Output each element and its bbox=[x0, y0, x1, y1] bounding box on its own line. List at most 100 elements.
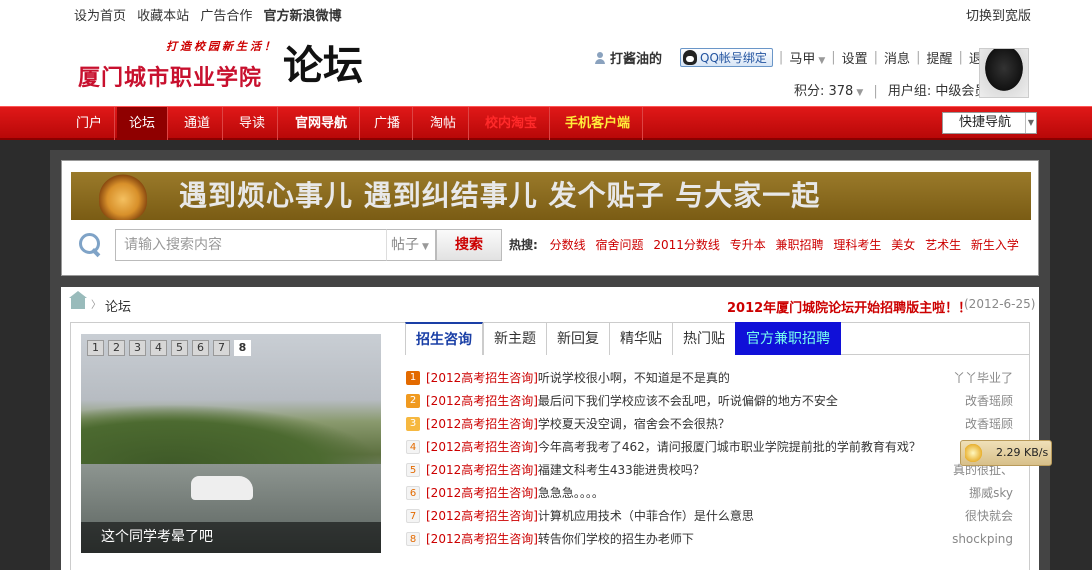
site-logo[interactable]: 打造校园新生活！ 厦门城市职业学院 论坛 bbox=[78, 38, 378, 91]
rank-badge: 2 bbox=[406, 394, 420, 408]
announcement-link[interactable]: 2012年厦门城院论坛开始招聘版主啦！！ bbox=[727, 297, 971, 316]
hot-word[interactable]: 美女 bbox=[891, 238, 915, 252]
slider-page[interactable]: 3 bbox=[129, 340, 146, 356]
hot-word[interactable]: 宿舍问题 bbox=[595, 238, 643, 252]
slider-page[interactable]: 7 bbox=[213, 340, 230, 356]
ad-cooperation-link[interactable]: 广告合作 bbox=[200, 9, 252, 24]
list-item[interactable]: 6 [2012高考招生咨询]急急急。。。。 挪威sky bbox=[406, 483, 1013, 505]
points-dropdown[interactable]: 积分: 378 ▼ bbox=[794, 84, 863, 99]
thread-title-text[interactable]: 学校夏天没空调，宿舍会不会很热？ bbox=[538, 417, 730, 431]
hot-word[interactable]: 理科考生 bbox=[833, 238, 881, 252]
status-dropdown[interactable]: 马甲 ▼ bbox=[789, 48, 825, 67]
thread-author[interactable]: 丫丫毕业了 bbox=[953, 368, 1013, 388]
weibo-link[interactable]: 官方新浪微博 bbox=[263, 9, 341, 24]
logo-slogan: 打造校园新生活！ bbox=[166, 40, 278, 53]
switch-wide-link[interactable]: 切换到宽版 bbox=[966, 5, 1031, 24]
nav-official-guide[interactable]: 官网导航 bbox=[283, 107, 361, 140]
thread-title-text[interactable]: 最后问下我们学校应该不会乱吧，听说偏僻的地方不安全 bbox=[538, 394, 838, 408]
thread-author[interactable]: 很快就会 bbox=[965, 506, 1013, 526]
list-item[interactable]: 3 [2012高考招生咨询]学校夏天没空调，宿舍会不会很热？ 改香瑶顾 bbox=[406, 414, 1013, 436]
list-item[interactable]: 2 [2012高考招生咨询]最后问下我们学校应该不会乱吧，听说偏僻的地方不安全 … bbox=[406, 391, 1013, 413]
thread-tag[interactable]: [2012高考招生咨询] bbox=[426, 463, 538, 477]
image-slider[interactable]: 1 2 3 4 5 6 7 8 这个同学考晕了吧 bbox=[81, 334, 381, 553]
thread-tag[interactable]: [2012高考招生咨询] bbox=[426, 417, 538, 431]
reminders-link[interactable]: 提醒 bbox=[926, 48, 952, 67]
thread-author[interactable]: 改香瑶顾 bbox=[965, 414, 1013, 434]
search-button[interactable]: 搜索 bbox=[436, 229, 502, 261]
nav-channel[interactable]: 通道 bbox=[172, 107, 224, 140]
thread-tag[interactable]: [2012高考招生咨询] bbox=[426, 394, 538, 408]
slider-page[interactable]: 1 bbox=[87, 340, 104, 356]
thread-title-text[interactable]: 转告你们学校的招生办老师下 bbox=[538, 532, 694, 546]
tab-hot[interactable]: 热门贴 bbox=[672, 322, 736, 355]
thread-tag[interactable]: [2012高考招生咨询] bbox=[426, 440, 538, 454]
quick-nav-dropdown[interactable]: 快捷导航 ▼ bbox=[942, 112, 1037, 134]
tab-admissions[interactable]: 招生咨询 bbox=[405, 322, 483, 355]
settings-link[interactable]: 设置 bbox=[842, 48, 868, 67]
thread-tag[interactable]: [2012高考招生咨询] bbox=[426, 509, 538, 523]
search-type-select[interactable]: 帖子 ▼ bbox=[386, 229, 436, 261]
bookmark-link[interactable]: 收藏本站 bbox=[137, 9, 189, 24]
user-group-link[interactable]: 用户组: 中级会员 bbox=[888, 84, 988, 99]
slider-page[interactable]: 2 bbox=[108, 340, 125, 356]
network-speed-widget[interactable]: 2.29 KB/s bbox=[960, 440, 1052, 466]
search-input[interactable]: 请输入搜索内容 bbox=[115, 229, 387, 261]
avatar[interactable] bbox=[979, 48, 1029, 98]
thread-title[interactable]: [2012高考招生咨询]计算机应用技术（中菲合作）是什么意思 bbox=[426, 506, 754, 526]
nav-broadcast[interactable]: 广播 bbox=[362, 107, 414, 140]
thread-title[interactable]: [2012高考招生咨询]学校夏天没空调，宿舍会不会很热？ bbox=[426, 414, 730, 434]
nav-taotie[interactable]: 淘帖 bbox=[418, 107, 470, 140]
thread-author[interactable]: 挪威sky bbox=[969, 483, 1013, 503]
nav-guide[interactable]: 导读 bbox=[227, 107, 279, 140]
home-icon[interactable] bbox=[69, 291, 87, 309]
list-item[interactable]: 7 [2012高考招生咨询]计算机应用技术（中菲合作）是什么意思 很快就会 bbox=[406, 506, 1013, 528]
tab-featured[interactable]: 精华贴 bbox=[609, 322, 673, 355]
list-item[interactable]: 1 [2012高考招生咨询]听说学校很小啊，不知道是不是真的 丫丫毕业了 bbox=[406, 368, 1013, 390]
nav-forum[interactable]: 论坛 bbox=[117, 107, 169, 140]
tab-official-jobs[interactable]: 官方兼职招聘 bbox=[735, 322, 841, 355]
list-item[interactable]: 5 [2012高考招生咨询]福建文科考生433能进贵校吗？ 真的很扯、 bbox=[406, 460, 1013, 482]
thread-title-text[interactable]: 计算机应用技术（中菲合作）是什么意思 bbox=[538, 509, 754, 523]
slider-page[interactable]: 6 bbox=[192, 340, 209, 356]
thread-title-text[interactable]: 急急急。。。。 bbox=[538, 486, 604, 500]
thread-tag[interactable]: [2012高考招生咨询] bbox=[426, 371, 538, 385]
slider-page[interactable]: 5 bbox=[171, 340, 188, 356]
separator: | bbox=[916, 50, 921, 65]
hot-word[interactable]: 2011分数线 bbox=[653, 238, 720, 252]
hot-word[interactable]: 新生入学 bbox=[971, 238, 1019, 252]
rank-badge: 5 bbox=[406, 463, 420, 477]
thread-title[interactable]: [2012高考招生咨询]听说学校很小啊，不知道是不是真的 bbox=[426, 368, 730, 388]
thread-title[interactable]: [2012高考招生咨询]急急急。。。。 bbox=[426, 483, 604, 503]
breadcrumb-current[interactable]: 论坛 bbox=[105, 296, 131, 315]
thread-title-text[interactable]: 今年高考我考了462，请问报厦门城市职业学院提前批的学前教育有戏？ bbox=[538, 440, 921, 454]
set-homepage-link[interactable]: 设为首页 bbox=[74, 9, 126, 24]
list-item[interactable]: 8 [2012高考招生咨询]转告你们学校的招生办老师下 shockping bbox=[406, 529, 1013, 551]
thread-title[interactable]: [2012高考招生咨询]今年高考我考了462，请问报厦门城市职业学院提前批的学前… bbox=[426, 437, 921, 457]
username-link[interactable]: 打酱油的 bbox=[610, 48, 662, 67]
thread-title-text[interactable]: 听说学校很小啊，不知道是不是真的 bbox=[538, 371, 730, 385]
slider-page[interactable]: 4 bbox=[150, 340, 167, 356]
thread-title[interactable]: [2012高考招生咨询]转告你们学校的招生办老师下 bbox=[426, 529, 694, 549]
hot-word[interactable]: 分数线 bbox=[550, 238, 586, 252]
thread-title[interactable]: [2012高考招生咨询]福建文科考生433能进贵校吗？ bbox=[426, 460, 705, 480]
thread-title-text[interactable]: 福建文科考生433能进贵校吗？ bbox=[538, 463, 705, 477]
hot-word[interactable]: 专升本 bbox=[730, 238, 766, 252]
thread-title[interactable]: [2012高考招生咨询]最后问下我们学校应该不会乱吧，听说偏僻的地方不安全 bbox=[426, 391, 838, 411]
thread-author[interactable]: 改香瑶顾 bbox=[965, 391, 1013, 411]
hot-word[interactable]: 艺术生 bbox=[925, 238, 961, 252]
promo-banner[interactable]: 遇到烦心事儿 遇到纠结事儿 发个贴子 与大家一起 bbox=[71, 172, 1031, 220]
thread-author[interactable]: shockping bbox=[952, 529, 1013, 549]
list-item[interactable]: 4 [2012高考招生咨询]今年高考我考了462，请问报厦门城市职业学院提前批的… bbox=[406, 437, 1013, 459]
hot-word[interactable]: 兼职招聘 bbox=[776, 238, 824, 252]
slider-page-active[interactable]: 8 bbox=[234, 340, 251, 356]
messages-link[interactable]: 消息 bbox=[884, 48, 910, 67]
thread-tag[interactable]: [2012高考招生咨询] bbox=[426, 532, 538, 546]
qq-bind-button[interactable]: QQ帐号绑定 bbox=[680, 48, 773, 67]
tab-new-replies[interactable]: 新回复 bbox=[546, 322, 610, 355]
tab-new-topics[interactable]: 新主题 bbox=[483, 322, 547, 355]
thread-tag[interactable]: [2012高考招生咨询] bbox=[426, 486, 538, 500]
nav-campus-taobao[interactable]: 校内淘宝 bbox=[473, 107, 551, 140]
nav-mobile-client[interactable]: 手机客户端 bbox=[553, 107, 644, 140]
slider-caption[interactable]: 这个同学考晕了吧 bbox=[81, 522, 381, 553]
nav-portal[interactable]: 门户 bbox=[64, 107, 116, 140]
